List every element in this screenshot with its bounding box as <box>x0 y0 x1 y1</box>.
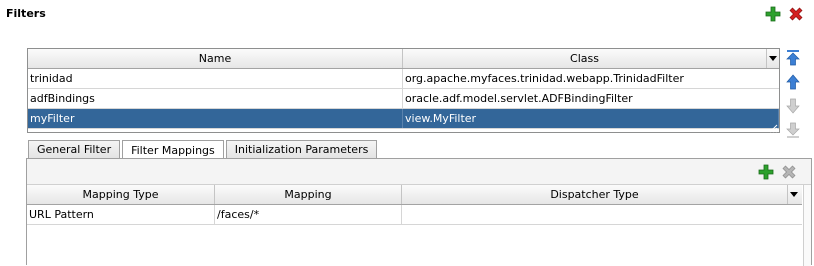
column-header-dispatcher-type[interactable]: Dispatcher Type <box>402 185 788 204</box>
column-menu-button[interactable] <box>767 49 779 68</box>
filter-class-cell: oracle.adf.model.servlet.ADFBindingFilte… <box>405 92 633 105</box>
mappings-toolbar <box>27 159 811 185</box>
mapping-cell: /faces/* <box>215 205 402 224</box>
tab-general-filter[interactable]: General Filter <box>28 140 121 158</box>
double-down-arrow-icon <box>786 122 800 138</box>
delete-filter-button[interactable] <box>787 5 805 23</box>
column-menu-button[interactable] <box>788 185 800 204</box>
mappings-table: Mapping Type Mapping Dispatcher Type URL… <box>27 185 802 225</box>
table-row[interactable]: adfBindings oracle.adf.model.servlet.ADF… <box>28 89 779 109</box>
chevron-down-icon <box>790 192 798 197</box>
tab-filter-mappings[interactable]: Filter Mappings <box>122 140 224 159</box>
plus-icon <box>765 6 781 22</box>
add-mapping-button[interactable] <box>757 163 775 181</box>
filter-name-cell: adfBindings <box>28 89 403 108</box>
add-filter-button[interactable] <box>764 5 782 23</box>
filters-table: Name Class trinidad org.apache.myfaces.t… <box>27 48 780 133</box>
filter-name-cell: trinidad <box>28 69 403 88</box>
table-row[interactable]: trinidad org.apache.myfaces.trinidad.web… <box>28 69 779 89</box>
column-header-mapping-type[interactable]: Mapping Type <box>27 185 215 204</box>
move-down-button[interactable] <box>784 96 802 116</box>
filter-class-cell: view.MyFilter <box>403 109 779 128</box>
table-row[interactable]: URL Pattern /faces/* <box>27 205 802 225</box>
resize-grip-icon[interactable] <box>769 123 778 133</box>
close-icon <box>782 165 796 179</box>
filter-name-cell: myFilter <box>28 109 403 128</box>
column-header-name[interactable]: Name <box>28 49 403 68</box>
move-bottom-button[interactable] <box>784 120 802 140</box>
vertical-scrollbar[interactable] <box>803 185 811 266</box>
delete-mapping-button[interactable] <box>780 163 798 181</box>
move-up-button[interactable] <box>784 72 802 92</box>
reorder-toolbar <box>784 48 802 144</box>
move-top-button[interactable] <box>784 48 802 68</box>
double-up-arrow-icon <box>786 50 800 66</box>
mapping-type-cell: URL Pattern <box>27 205 215 224</box>
column-header-mapping[interactable]: Mapping <box>215 185 402 204</box>
dispatcher-type-cell <box>402 205 800 224</box>
plus-icon <box>758 164 774 180</box>
mappings-table-header: Mapping Type Mapping Dispatcher Type <box>27 185 802 205</box>
filters-table-header: Name Class <box>28 49 779 69</box>
tab-initialization-parameters[interactable]: Initialization Parameters <box>225 140 378 158</box>
page-title: Filters <box>6 7 46 20</box>
close-icon <box>789 7 803 21</box>
column-header-class[interactable]: Class <box>403 49 767 68</box>
filter-mappings-panel: Mapping Type Mapping Dispatcher Type URL… <box>26 158 812 266</box>
chevron-down-icon <box>769 56 777 61</box>
filter-class-cell: org.apache.myfaces.trinidad.webapp.Trini… <box>405 72 684 85</box>
table-row-selected[interactable]: myFilter view.MyFilter <box>28 109 779 129</box>
down-arrow-icon <box>786 98 800 114</box>
up-arrow-icon <box>786 74 800 90</box>
tab-bar: General Filter Filter Mappings Initializ… <box>28 140 379 159</box>
